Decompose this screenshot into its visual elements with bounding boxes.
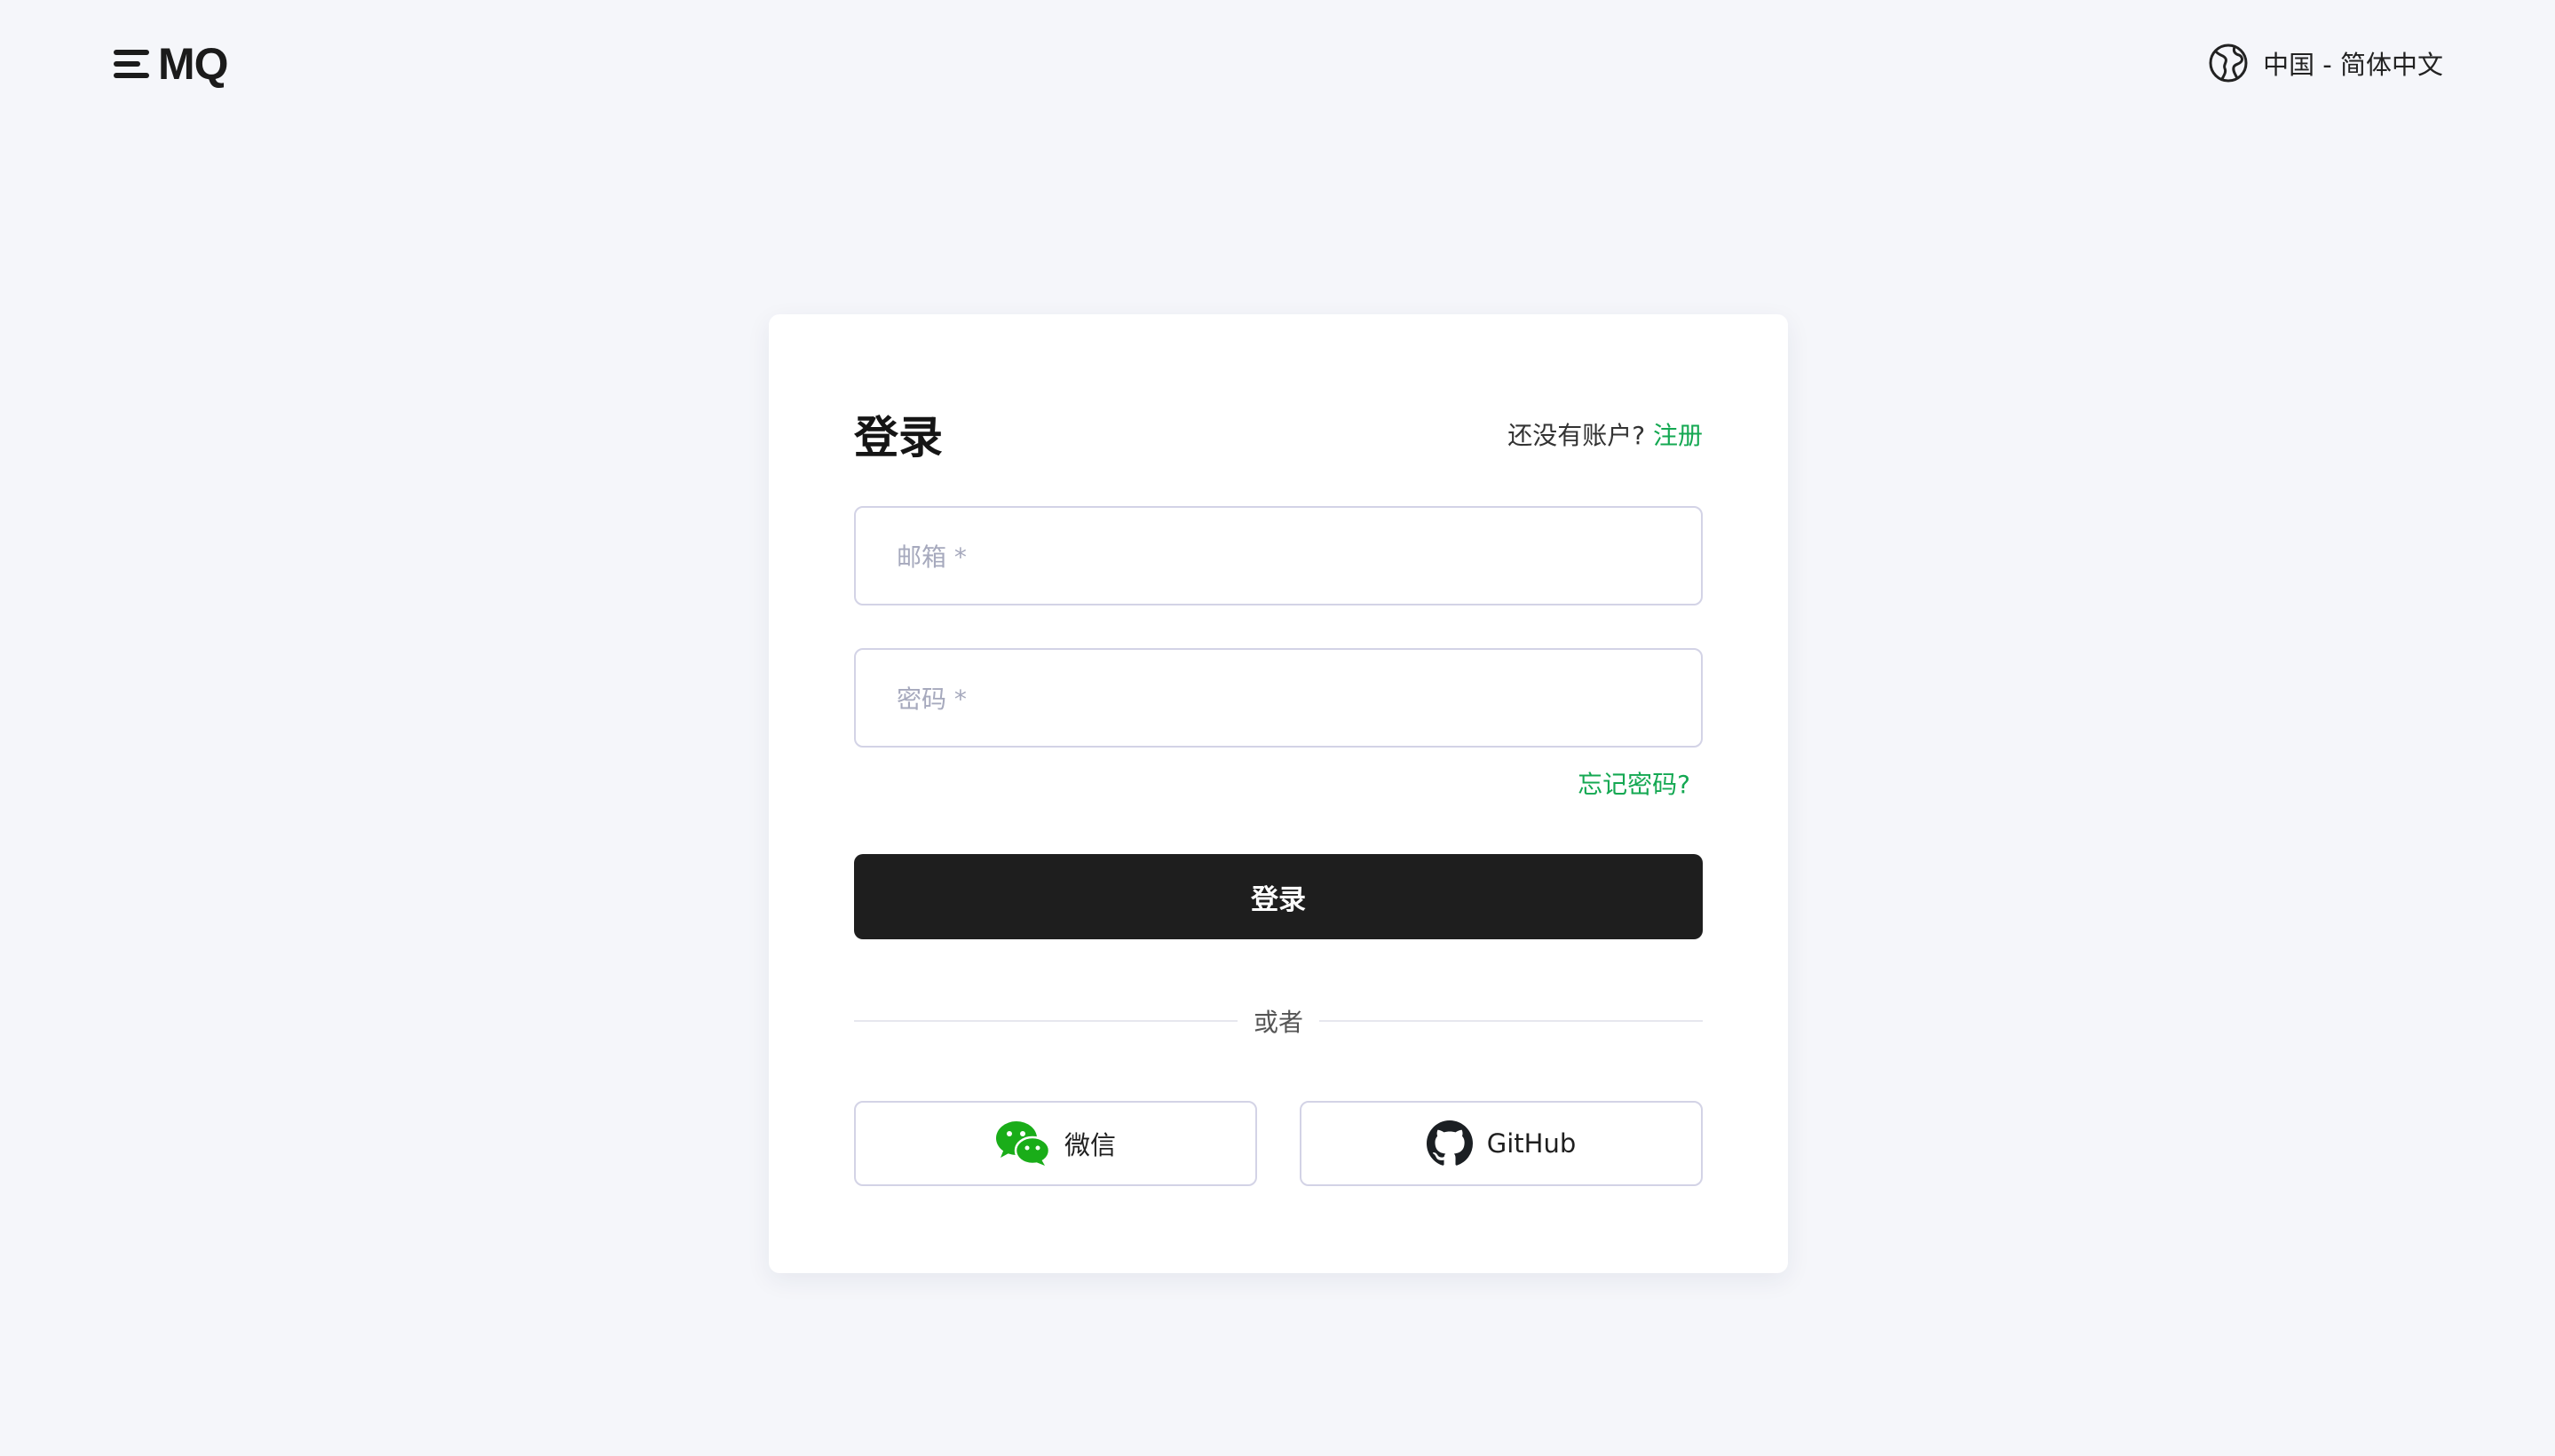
page-title: 登录 <box>854 412 943 463</box>
brand-logo[interactable]: MQ <box>114 39 229 89</box>
signup-link[interactable]: 注册 <box>1653 421 1703 450</box>
no-account-text: 还没有账户? <box>1507 421 1646 450</box>
divider-line-right <box>1319 1020 1704 1022</box>
or-divider: 或者 <box>854 1003 1704 1039</box>
github-icon <box>1426 1120 1473 1167</box>
login-card-header: 登录 还没有账户? 注册 <box>854 403 1703 465</box>
password-field[interactable]: 密码 * <box>854 648 1703 748</box>
email-placeholder: 邮箱 * <box>897 542 967 572</box>
forgot-password-link[interactable]: 忘记密码? <box>1578 765 1690 801</box>
login-button[interactable]: 登录 <box>854 854 1703 939</box>
globe-icon <box>2208 43 2249 83</box>
login-card: 登录 还没有账户? 注册 邮箱 * 密码 * 忘记密码? 登录 或者 微信 Gi… <box>769 314 1788 1273</box>
divider-text: 或者 <box>1254 1008 1304 1037</box>
email-field[interactable]: 邮箱 * <box>854 506 1703 605</box>
wechat-login-button[interactable]: 微信 <box>854 1101 1257 1186</box>
signup-prompt: 还没有账户? 注册 <box>1507 416 1703 452</box>
password-placeholder: 密码 * <box>897 684 967 714</box>
wechat-label: 微信 <box>1064 1130 1116 1160</box>
logo-text: MQ <box>158 39 229 89</box>
language-label: 中国 - 简体中文 <box>2263 50 2443 80</box>
language-selector[interactable]: 中国 - 简体中文 <box>2208 43 2443 83</box>
wechat-icon <box>995 1120 1050 1167</box>
divider-line-left <box>854 1020 1238 1022</box>
github-label: GitHub <box>1486 1128 1577 1159</box>
logo-mark-icon <box>114 48 154 80</box>
github-login-button[interactable]: GitHub <box>1300 1101 1703 1186</box>
